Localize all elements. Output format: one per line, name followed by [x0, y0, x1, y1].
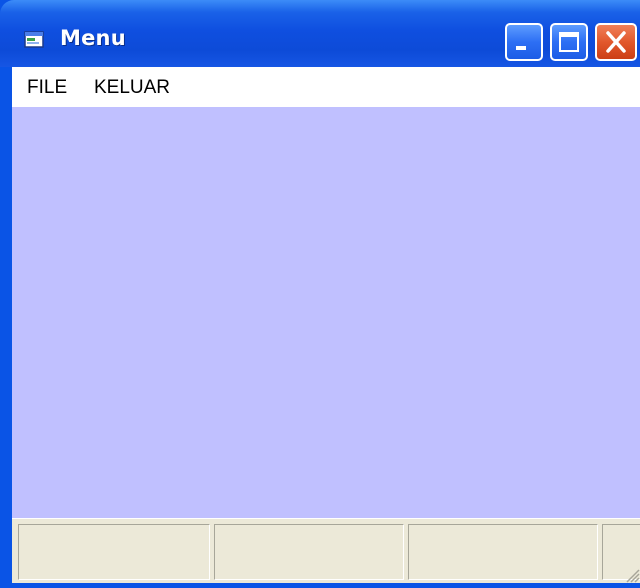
resize-grip-icon[interactable]: [622, 565, 640, 583]
close-button[interactable]: [595, 23, 637, 61]
close-icon: [606, 31, 626, 53]
minimize-button[interactable]: [505, 23, 543, 61]
window-title: Menu: [60, 26, 126, 50]
maximize-button[interactable]: [550, 23, 588, 61]
title-bar[interactable]: Menu: [0, 0, 640, 67]
menu-bar: FILE KELUAR: [12, 67, 640, 107]
status-panel-2: [214, 524, 404, 580]
status-panel-3: [408, 524, 598, 580]
menu-item-file[interactable]: FILE: [27, 77, 67, 99]
client-area[interactable]: [12, 107, 640, 518]
app-window: Menu FILE KELUAR: [0, 0, 640, 588]
status-bar: [12, 518, 640, 583]
menu-item-keluar[interactable]: KELUAR: [94, 77, 170, 99]
form-window-icon: [24, 31, 44, 49]
window-bottom-border: [0, 583, 640, 588]
maximize-icon: [559, 32, 579, 52]
status-panel-1: [18, 524, 210, 580]
minimize-icon: [516, 46, 526, 50]
